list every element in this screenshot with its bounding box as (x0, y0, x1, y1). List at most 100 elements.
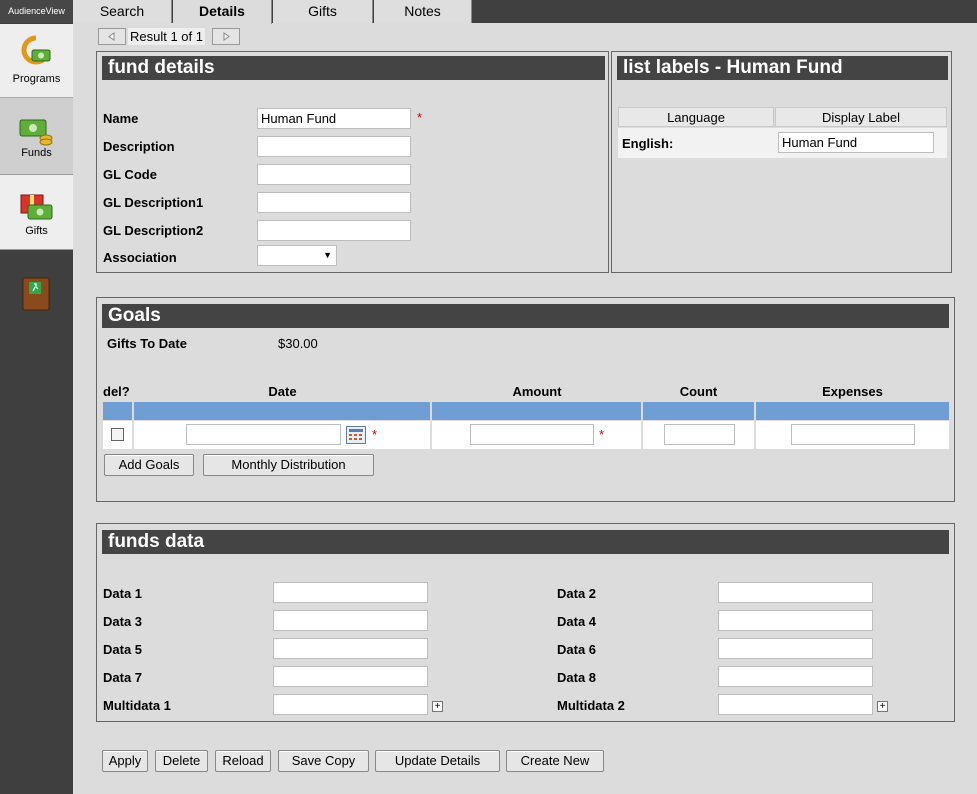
data-5-field[interactable] (273, 638, 428, 659)
data-8-field[interactable] (718, 666, 873, 687)
name-label: Name (103, 111, 139, 126)
data-1-label: Data 1 (103, 586, 143, 601)
count-column-header: Count (679, 384, 718, 399)
programs-icon (21, 35, 51, 65)
table-header-bar (643, 402, 754, 420)
tab-search[interactable]: Search (73, 0, 172, 23)
data-5-label: Data 5 (103, 642, 143, 657)
goals-header: Goals (102, 304, 949, 328)
data-1-field[interactable] (273, 582, 428, 603)
gl-description2-field[interactable] (257, 220, 411, 241)
data-2-label: Data 2 (557, 586, 597, 601)
fund-details-panel: fund details Name * Description GL Code … (96, 51, 609, 273)
delete-button[interactable]: Delete (155, 750, 208, 772)
multidata-1-field[interactable] (273, 694, 428, 715)
fund-details-header: fund details (102, 56, 605, 80)
data-2-field[interactable] (718, 582, 873, 603)
gl-description1-label: GL Description1 (103, 195, 204, 210)
save-copy-button[interactable]: Save Copy (278, 750, 369, 772)
tab-details[interactable]: Details (173, 0, 272, 24)
data-4-label: Data 4 (557, 614, 597, 629)
sidebar-item-label: Gifts (25, 225, 48, 237)
multidata-1-label: Multidata 1 (103, 698, 171, 713)
required-marker: * (372, 427, 378, 442)
tab-notes[interactable]: Notes (374, 0, 472, 23)
sidebar-item-funds[interactable]: Funds (0, 98, 73, 174)
expand-plus-icon[interactable]: + (432, 701, 443, 712)
table-header-bar (134, 402, 430, 420)
gl-code-field[interactable] (257, 164, 411, 185)
multidata-2-label: Multidata 2 (557, 698, 625, 713)
update-details-button[interactable]: Update Details (375, 750, 500, 772)
next-result-button[interactable] (212, 28, 240, 45)
required-marker: * (417, 110, 423, 125)
gifts-to-date-label: Gifts To Date (107, 336, 187, 351)
association-label: Association (103, 250, 177, 265)
gl-description2-label: GL Description2 (103, 223, 204, 238)
data-8-label: Data 8 (557, 670, 597, 685)
language-column-header: Language (618, 107, 774, 127)
goal-expenses-field[interactable] (791, 424, 915, 445)
goal-count-field[interactable] (664, 424, 735, 445)
pager-label: Result 1 of 1 (128, 28, 205, 45)
description-field[interactable] (257, 136, 411, 157)
table-cell: * (432, 421, 641, 449)
gifts-to-date-value: $30.00 (278, 336, 318, 351)
multidata-2-field[interactable] (718, 694, 873, 715)
tab-bar: Search Details Gifts Notes (73, 0, 977, 24)
display-label-column-header: Display Label (775, 107, 947, 127)
sidebar-item-programs[interactable]: Programs (0, 24, 73, 98)
display-label-field[interactable] (778, 132, 934, 153)
language-value: English: (622, 136, 674, 151)
table-header-bar (432, 402, 641, 420)
list-label-row: English: (618, 128, 947, 158)
list-labels-header: list labels - Human Fund (617, 56, 948, 80)
goals-panel: Goals Gifts To Date $30.00 del? Date Amo… (96, 297, 955, 502)
table-header-bar (756, 402, 949, 420)
expenses-column-header: Expenses (822, 384, 883, 399)
add-goals-button[interactable]: Add Goals (104, 454, 194, 476)
gl-description1-field[interactable] (257, 192, 411, 213)
apply-button[interactable]: Apply (102, 750, 148, 772)
next-arrow-icon (223, 32, 230, 41)
brand-label: AudienceView (0, 0, 73, 23)
funds-data-header: funds data (102, 530, 949, 554)
table-cell (756, 421, 949, 449)
data-3-label: Data 3 (103, 614, 143, 629)
goal-amount-field[interactable] (470, 424, 594, 445)
prev-arrow-icon (108, 32, 115, 41)
sidebar-item-label: Programs (12, 73, 61, 85)
table-row (103, 421, 132, 449)
sidebar-item-label: Funds (21, 147, 52, 159)
chevron-down-icon: ▼ (323, 250, 332, 260)
gl-code-label: GL Code (103, 167, 157, 182)
data-6-label: Data 6 (557, 642, 597, 657)
goal-date-field[interactable] (186, 424, 341, 445)
name-field[interactable] (257, 108, 411, 129)
monthly-distribution-button[interactable]: Monthly Distribution (203, 454, 374, 476)
calendar-icon[interactable] (346, 426, 366, 444)
reload-button[interactable]: Reload (215, 750, 271, 772)
gifts-icon (20, 194, 53, 220)
table-cell: * (134, 421, 430, 449)
sidebar-item-gifts[interactable]: Gifts (0, 174, 73, 250)
required-marker: * (599, 427, 605, 442)
delete-checkbox[interactable] (111, 428, 124, 441)
funds-data-panel: funds data Data 1 Data 3 Data 5 Data 7 M… (96, 523, 955, 722)
amount-column-header: Amount (512, 384, 562, 399)
data-7-label: Data 7 (103, 670, 143, 685)
association-select[interactable]: ▼ (257, 245, 337, 266)
previous-result-button[interactable] (98, 28, 126, 45)
description-label: Description (103, 139, 175, 154)
exit-door-icon[interactable] (22, 277, 50, 311)
table-cell (643, 421, 754, 449)
date-column-header: Date (268, 384, 297, 399)
tab-gifts[interactable]: Gifts (273, 0, 373, 23)
data-4-field[interactable] (718, 610, 873, 631)
table-header-bar (103, 402, 132, 420)
data-7-field[interactable] (273, 666, 428, 687)
data-3-field[interactable] (273, 610, 428, 631)
expand-plus-icon[interactable]: + (877, 701, 888, 712)
create-new-button[interactable]: Create New (506, 750, 604, 772)
data-6-field[interactable] (718, 638, 873, 659)
